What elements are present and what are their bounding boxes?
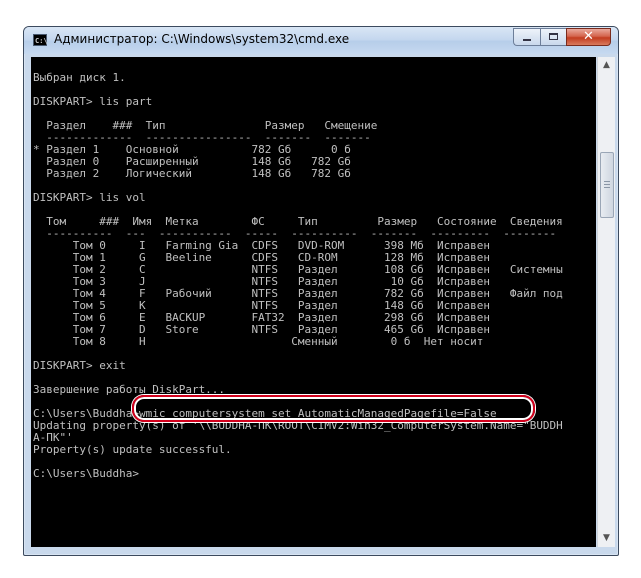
grip-icon [604,187,610,188]
title-bar[interactable]: C:\ Администратор: C:\Windows\system32\c… [24,27,618,54]
grip-icon [604,184,610,185]
cmd-window: C:\ Администратор: C:\Windows\system32\c… [23,26,619,556]
vertical-scrollbar[interactable]: ▲ ▼ [597,57,615,547]
console-line: Раздел 2 Логический 148 Gб 782 Gб [33,167,351,180]
console-line: DISKPART> lis vol [33,191,146,204]
cmd-app-icon[interactable]: C:\ [33,34,48,46]
grip-icon [604,181,610,182]
console-line: C:\Users\Buddha> [33,467,139,480]
close-icon: ✕ [583,29,594,44]
minimize-button[interactable] [513,28,540,46]
console-line: Том 8 H Сменный 0 б Нет носит [33,335,484,348]
maximize-button[interactable] [540,28,566,46]
minimize-icon [523,39,531,41]
scroll-up-arrow-icon[interactable]: ▲ [598,57,615,74]
console-line: DISKPART> lis part [33,95,153,108]
console-line: DISKPART> exit [33,359,126,372]
command-highlight-outline [132,395,535,422]
maximize-icon [549,33,558,40]
scroll-down-arrow-icon[interactable]: ▼ [598,530,615,547]
console-area[interactable]: Выбран диск 1. DISKPART> lis part Раздел … [31,57,596,547]
console-line: Property(s) update successful. [33,443,232,456]
close-button[interactable]: ✕ [566,28,611,46]
console-line: Выбран диск 1. [33,71,126,84]
scrollbar-thumb[interactable] [600,152,614,218]
window-title: Администратор: C:\Windows\system32\cmd.e… [54,32,350,46]
